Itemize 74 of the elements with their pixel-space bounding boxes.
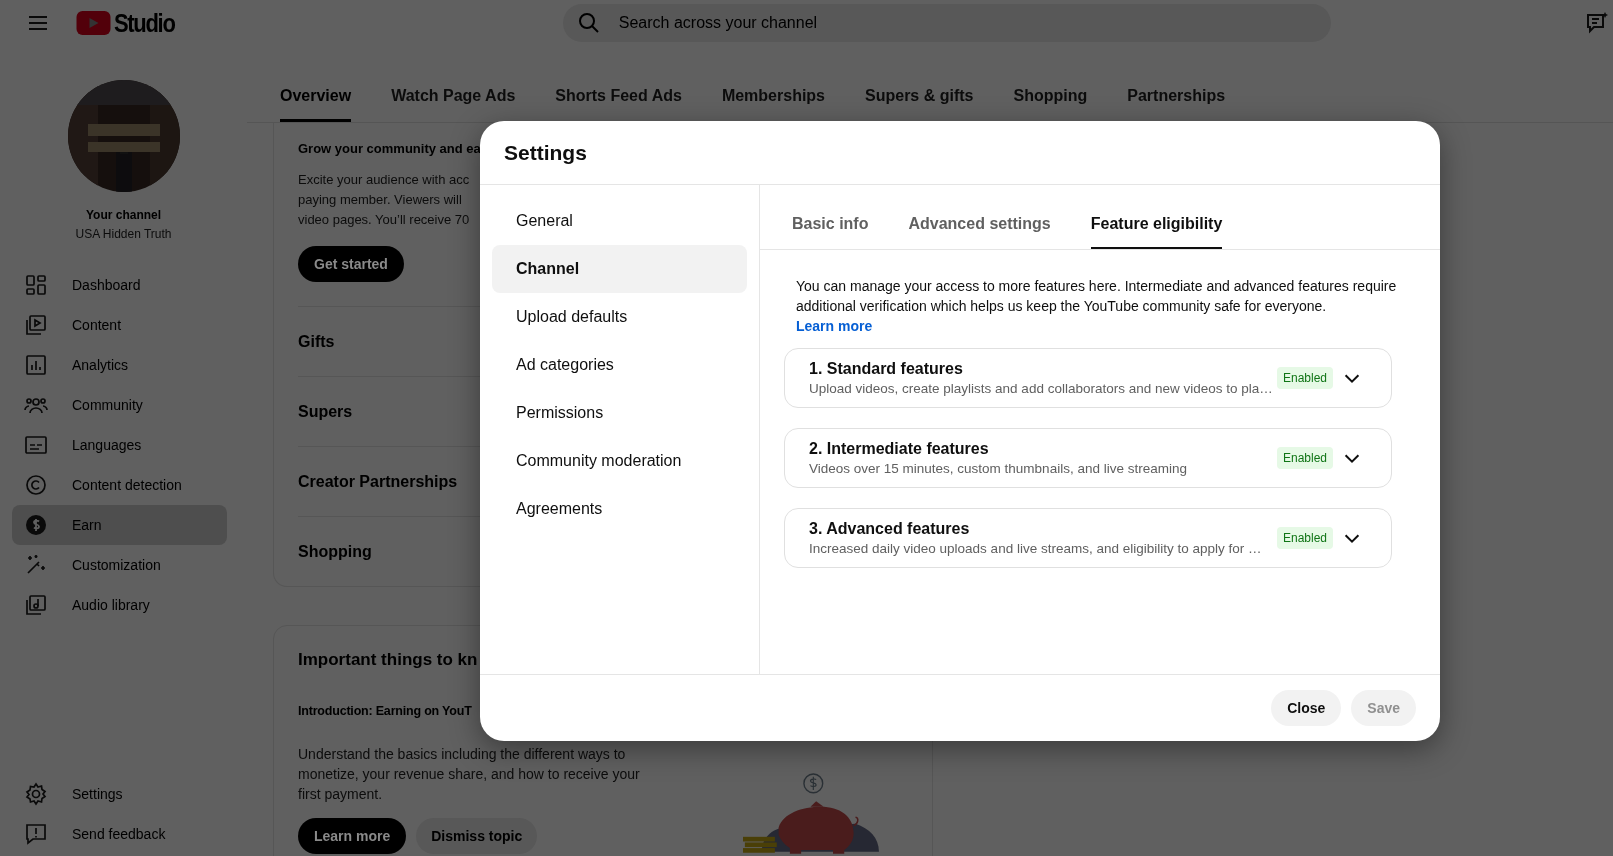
page-tab[interactable]: Overview (280, 87, 352, 122)
card-title: Important things to kn (298, 650, 478, 670)
feature-row[interactable]: 3. Advanced features Increased daily video uploads and live streams, and eligibility to apply for … Enabled (784, 508, 1392, 568)
section-title[interactable]: Creator Partnerships (298, 472, 458, 491)
page-tab[interactable]: Partnerships (1127, 87, 1226, 122)
section-title[interactable]: Supers (298, 402, 353, 421)
nav-item[interactable]: Send feedback (12, 814, 227, 854)
card-button[interactable]: Dismiss topic (416, 818, 538, 854)
video-library-icon (24, 313, 48, 337)
get-started-button[interactable]: Get started (298, 246, 404, 282)
dollar-icon (24, 513, 48, 537)
intro-paragraph: You can manage your access to more features here. Intermediate and advanced features require additional verification which helps us keep the YouTube community safe for everyone. Learn more (796, 277, 1398, 336)
dialog-title: Settings (504, 140, 587, 165)
settings-menu-item[interactable]: Upload defaults (492, 293, 747, 341)
learn-more-link[interactable]: Learn more (796, 318, 873, 334)
nav-item[interactable]: Community (12, 385, 227, 425)
nav-item[interactable]: Languages (12, 425, 227, 465)
settings-tab[interactable]: Advanced settings (908, 215, 1051, 249)
card-button[interactable]: Learn more (298, 818, 407, 854)
section-title[interactable]: Shopping (298, 542, 372, 561)
card-text: Excite your audience with acc (298, 171, 470, 189)
feedback-chat-icon[interactable] (1585, 11, 1609, 35)
bar-chart-icon (24, 353, 48, 377)
page-tab[interactable]: Shopping (1013, 87, 1088, 122)
settings-menu-item[interactable]: Permissions (492, 389, 747, 437)
feature-description: Increased daily video uploads and live streams, and eligibility to apply for … (809, 541, 1263, 556)
nav-item[interactable]: Audio library (12, 585, 227, 625)
subtitles-icon (24, 433, 48, 457)
page-tab[interactable]: Watch Page Ads (391, 87, 516, 122)
status-badge: Enabled (1276, 527, 1333, 549)
dashboard-icon (24, 273, 48, 297)
settings-menu-item[interactable]: Community moderation (492, 437, 747, 485)
music-library-icon (24, 593, 48, 617)
settings-menu-item[interactable]: Agreements (492, 485, 747, 533)
studio-logo-text: Studio (114, 8, 175, 38)
nav-item[interactable]: Content detection (12, 465, 227, 505)
settings-tab[interactable]: Feature eligibility (1090, 215, 1223, 249)
card-subtitle: Introduction: Earning on YouT (298, 704, 472, 718)
settings-icon (24, 782, 48, 806)
feature-description: Videos over 15 minutes, custom thumbnails, and live streaming (809, 461, 1188, 476)
nav-item[interactable]: Content (12, 305, 227, 345)
play-logo-icon[interactable] (76, 11, 111, 35)
nav-item[interactable]: Customization (12, 545, 227, 585)
section-title[interactable]: Gifts (298, 332, 335, 351)
feature-title: 3. Advanced features (809, 520, 971, 538)
feature-row[interactable]: 1. Standard features Upload videos, create playlists and add collaborators and new videos to pla… Enabled (784, 348, 1392, 408)
card-title: Grow your community and ea (298, 141, 481, 156)
feedback-icon (24, 822, 48, 846)
nav-item[interactable]: Dashboard (12, 265, 227, 305)
settings-menu-item[interactable]: General (492, 197, 747, 245)
status-badge: Enabled (1276, 447, 1333, 469)
your-channel-label: Your channel (85, 208, 162, 222)
nav-item[interactable]: Analytics (12, 345, 227, 385)
nav-item[interactable]: Earn (12, 505, 227, 545)
channel-name: USA Hidden Truth (75, 227, 172, 241)
page-tab[interactable]: Memberships (721, 87, 825, 122)
status-badge: Enabled (1276, 367, 1333, 389)
settings-menu-item[interactable]: Channel (492, 245, 747, 293)
card-text: video pages. You’ll receive 70 (298, 211, 470, 229)
nav-item[interactable]: Settings (12, 774, 227, 814)
feature-title: 1. Standard features (809, 360, 964, 378)
search-icon (576, 11, 601, 35)
card-text: Understand the basics including the different ways to monetize, your revenue share, and how to receive your first payment. (298, 745, 641, 804)
copyright-icon (24, 473, 48, 497)
feature-row[interactable]: 2. Intermediate features Videos over 15 minutes, custom thumbnails, and live streaming Enabled (784, 428, 1392, 488)
feature-description: Upload videos, create playlists and add collaborators and new videos to pla… (809, 381, 1274, 396)
settings-menu-item[interactable]: Ad categories (492, 341, 747, 389)
dialog-button[interactable]: Close (1271, 690, 1342, 726)
feature-title: 2. Intermediate features (809, 440, 990, 458)
page-tab[interactable]: Shorts Feed Ads (555, 87, 682, 122)
page-tab[interactable]: Supers & gifts (865, 87, 974, 122)
card-text: paying member. Viewers will (298, 191, 462, 209)
search-field[interactable]: Search across your channel (562, 4, 1331, 42)
settings-tab[interactable]: Basic info (792, 215, 869, 249)
